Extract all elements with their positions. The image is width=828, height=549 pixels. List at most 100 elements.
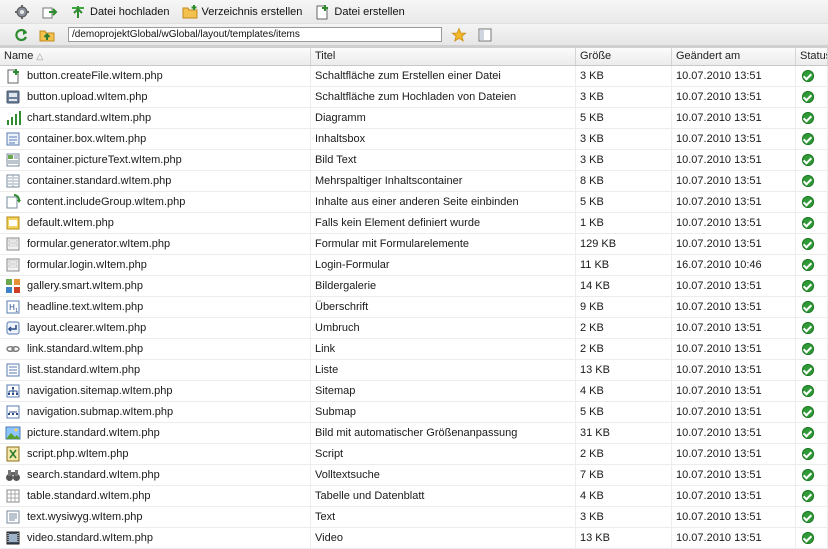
file-modified: 10.07.2010 13:51: [672, 528, 796, 548]
file-name: picture.standard.wItem.php: [27, 427, 160, 439]
file-title: Schaltfläche zum Hochladen von Dateien: [311, 87, 576, 107]
text-icon: [5, 509, 21, 525]
sitemap-icon: [5, 383, 21, 399]
status-ok-icon: [802, 91, 814, 103]
column-header-modified[interactable]: Geändert am: [672, 48, 796, 65]
parent-folder-button[interactable]: [34, 24, 60, 46]
svg-text:1: 1: [15, 308, 18, 314]
export-button[interactable]: [36, 1, 64, 23]
table-row[interactable]: video.standard.wItem.php Video 13 KB 10.07.…: [0, 528, 828, 549]
file-modified: 10.07.2010 13:51: [672, 297, 796, 317]
table-row[interactable]: chart.standard.wItem.php Diagramm 5 KB 10.0…: [0, 108, 828, 129]
file-modified: 16.07.2010 10:46: [672, 255, 796, 275]
table-row[interactable]: gallery.smart.wItem.php Bildergalerie 14 K…: [0, 276, 828, 297]
table-row[interactable]: navigation.submap.wItem.php Submap 5 KB 10.…: [0, 402, 828, 423]
table-row[interactable]: button.createFile.wItem.php Schaltfläche …: [0, 66, 828, 87]
box-icon: [5, 131, 21, 147]
file-size: 2 KB: [576, 318, 672, 338]
table-row[interactable]: layout.clearer.wItem.php Umbruch 2 KB 10.07…: [0, 318, 828, 339]
sort-ascending-icon: △: [36, 51, 44, 61]
file-grid: button.createFile.wItem.php Schaltfläche …: [0, 66, 828, 549]
file-modified: 10.07.2010 13:51: [672, 66, 796, 86]
settings-button[interactable]: [8, 1, 36, 23]
file-modified: 10.07.2010 13:51: [672, 402, 796, 422]
file-title: Schaltfläche zum Erstellen einer Datei: [311, 66, 576, 86]
status-ok-icon: [802, 259, 814, 271]
column-header-status[interactable]: Status: [796, 48, 828, 65]
bookmark-button[interactable]: [446, 24, 472, 46]
create-file-button[interactable]: Datei erstellen: [308, 1, 410, 23]
file-title: Bild Text: [311, 150, 576, 170]
file-size: 9 KB: [576, 297, 672, 317]
table-row[interactable]: container.pictureText.wItem.php Bild Text…: [0, 150, 828, 171]
table-row[interactable]: default.wItem.php Falls kein Element defi…: [0, 213, 828, 234]
binoculars-icon: [5, 467, 21, 483]
file-modified: 10.07.2010 13:51: [672, 192, 796, 212]
create-directory-button[interactable]: Verzeichnis erstellen: [176, 1, 309, 23]
list-icon: [5, 362, 21, 378]
file-title: Umbruch: [311, 318, 576, 338]
submap-icon: [5, 404, 21, 420]
file-name: container.box.wItem.php: [27, 133, 147, 145]
chart-icon: [5, 110, 21, 126]
table-row[interactable]: formular.login.wItem.php Login-Formular 11…: [0, 255, 828, 276]
new-file-icon: [316, 4, 329, 19]
column-header-size[interactable]: Größe: [576, 48, 672, 65]
status-ok-icon: [802, 301, 814, 313]
file-modified: 10.07.2010 13:51: [672, 339, 796, 359]
table-row[interactable]: table.standard.wItem.php Tabelle und Date…: [0, 486, 828, 507]
table-row[interactable]: picture.standard.wItem.php Bild mit autom…: [0, 423, 828, 444]
file-name: button.upload.wItem.php: [27, 91, 148, 103]
video-icon: [5, 530, 21, 546]
file-size: 13 KB: [576, 528, 672, 548]
refresh-icon: [15, 28, 28, 41]
file-modified: 10.07.2010 13:51: [672, 507, 796, 527]
file-name: button.createFile.wItem.php: [27, 70, 163, 82]
table-row[interactable]: text.wysiwyg.wItem.php Text 3 KB 10.07.2010…: [0, 507, 828, 528]
column-header-name[interactable]: Name △: [0, 48, 311, 65]
status-ok-icon: [802, 196, 814, 208]
table-row[interactable]: search.standard.wItem.php Volltextsuche 7 …: [0, 465, 828, 486]
return-icon: [5, 320, 21, 336]
panel-icon: [478, 28, 492, 41]
table-row[interactable]: H 1 headline.text.wItem.php Überschrift 9 KB…: [0, 297, 828, 318]
refresh-button[interactable]: [8, 24, 34, 46]
status-ok-icon: [802, 532, 814, 544]
column-header-title[interactable]: Titel: [311, 48, 576, 65]
file-name: container.pictureText.wItem.php: [27, 154, 182, 166]
file-title: Link: [311, 339, 576, 359]
file-modified: 10.07.2010 13:51: [672, 234, 796, 254]
table-row[interactable]: button.upload.wItem.php Schaltfläche zum …: [0, 87, 828, 108]
table-row[interactable]: list.standard.wItem.php Liste 13 KB 10.07.2…: [0, 360, 828, 381]
table-row[interactable]: script.php.wItem.php Script 2 KB 10.07.2010…: [0, 444, 828, 465]
headline-icon: H1: [5, 299, 21, 315]
table-row[interactable]: content.includeGroup.wItem.php Inhalte au…: [0, 192, 828, 213]
file-modified: 10.07.2010 13:51: [672, 276, 796, 296]
table-row[interactable]: link.standard.wItem.php Link 2 KB 10.07.201…: [0, 339, 828, 360]
star-icon: [451, 26, 467, 42]
file-name: table.standard.wItem.php: [27, 490, 151, 502]
table-row[interactable]: formular.generator.wItem.php Formular mit…: [0, 234, 828, 255]
status-ok-icon: [802, 133, 814, 145]
status-ok-icon: [802, 70, 814, 82]
status-ok-icon: [802, 511, 814, 523]
table-row[interactable]: navigation.sitemap.wItem.php Sitemap 4 KB 1…: [0, 381, 828, 402]
file-title: Liste: [311, 360, 576, 380]
picture-text-icon: [5, 152, 21, 168]
file-size: 14 KB: [576, 276, 672, 296]
status-ok-icon: [802, 343, 814, 355]
file-size: 129 KB: [576, 234, 672, 254]
path-bar: [0, 24, 828, 48]
path-input[interactable]: [68, 27, 442, 42]
status-ok-icon: [802, 364, 814, 376]
upload-file-button[interactable]: Datei hochladen: [64, 1, 176, 23]
file-size: 5 KB: [576, 192, 672, 212]
file-modified: 10.07.2010 13:51: [672, 150, 796, 170]
view-toggle-button[interactable]: [472, 24, 498, 46]
table-row[interactable]: container.standard.wItem.php Mehrspaltige…: [0, 171, 828, 192]
file-name: headline.text.wItem.php: [27, 301, 144, 313]
upload-icon: [72, 5, 84, 18]
file-title: Inhalte aus einer anderen Seite einbinde…: [311, 192, 576, 212]
table-row[interactable]: container.box.wItem.php Inhaltsbox 3 KB 10.…: [0, 129, 828, 150]
folder-up-icon: [39, 30, 55, 41]
